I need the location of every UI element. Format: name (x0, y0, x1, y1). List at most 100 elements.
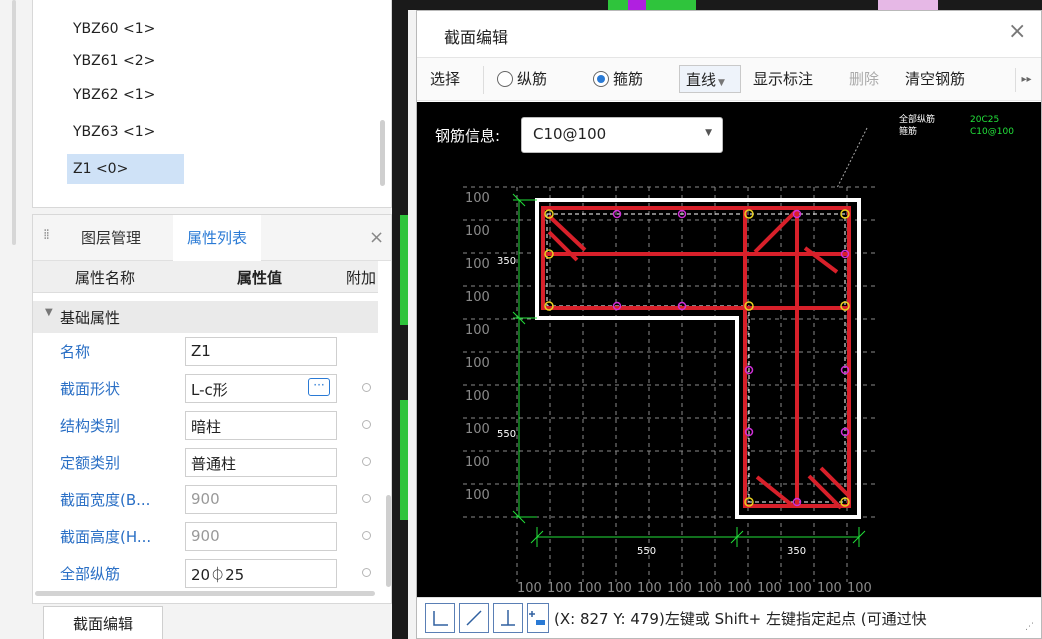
grid-label: 100 (465, 323, 490, 338)
grid-label: 100 (547, 581, 572, 596)
collapse-triangle-icon[interactable]: ▼ (45, 307, 53, 318)
section-edit-button[interactable]: 截面编辑 (43, 606, 163, 639)
component-item[interactable]: YBZ62 <1> (67, 80, 161, 110)
legend-value: C10@100 (970, 127, 1014, 137)
left-scrollbar[interactable] (12, 0, 16, 245)
show-labels-button[interactable]: 显示标注 (753, 68, 813, 89)
grid-label: 100 (817, 581, 842, 596)
attach-checkbox[interactable] (362, 494, 371, 503)
cover-line (546, 213, 846, 503)
property-row: 定额类别 普通柱 (33, 444, 378, 481)
panel-tab-bar: ⁞⁞ 图层管理 属性列表 × (33, 215, 391, 261)
rebar-info-label: 钢筋信息: (435, 127, 501, 145)
section-edit-dialog: 截面编辑 × 选择 纵筋 箍筋 直线 ▼ 显示标注 删除 清空钢筋 ▸▸ 100 1… (416, 10, 1042, 639)
grid-label: 100 (607, 581, 632, 596)
attach-checkbox[interactable] (362, 531, 371, 540)
radio-selected-icon (593, 71, 609, 87)
property-value-input[interactable]: 暗柱 (185, 411, 337, 440)
hook-line (547, 214, 587, 252)
dimension-label: 550 (497, 429, 516, 440)
rebar-info-value: C10@100 (533, 125, 607, 143)
legend-label: 箍筋 (899, 125, 917, 137)
property-value-input[interactable]: 900 (185, 522, 337, 551)
stirrup-radio[interactable]: 箍筋 (593, 68, 643, 89)
legend: 全部纵筋 20C25 箍筋 C10@100 (899, 113, 1014, 137)
perpendicular-icon[interactable] (493, 603, 523, 633)
background-canvas-top (408, 0, 1042, 10)
property-value-input[interactable]: 900 (185, 485, 337, 514)
tab-layer-management[interactable]: 图层管理 (67, 215, 155, 261)
property-name: 全部纵筋 (60, 565, 121, 583)
column-name-header: 属性名称 (75, 269, 136, 287)
legend-value: 20C25 (970, 115, 999, 125)
grid-label: 100 (465, 455, 490, 470)
horizontal-scrollbar[interactable] (35, 591, 375, 596)
component-item[interactable]: YBZ60 <1> (67, 14, 161, 44)
drag-grip-icon[interactable]: ⁞⁞ (43, 227, 50, 243)
resize-grip-icon[interactable]: ⋰ (1025, 622, 1034, 632)
stirrup-rect (541, 206, 851, 310)
dialog-toolbar: 选择 纵筋 箍筋 直线 ▼ 显示标注 删除 清空钢筋 ▸▸ (417, 57, 1041, 101)
property-panel: ⁞⁞ 图层管理 属性列表 × 属性名称 属性值 附加 ▼ 基础属性 名称 Z1 … (32, 214, 392, 604)
corner-snap-icon[interactable] (425, 603, 455, 633)
grid-label: 100 (465, 422, 490, 437)
grid-label: 100 (577, 581, 602, 596)
attach-checkbox[interactable] (362, 420, 371, 429)
property-row: 结构类别 暗柱 (33, 407, 378, 444)
select-button[interactable]: 选择 (430, 68, 460, 89)
property-row: 截面宽度(B... 900 (33, 481, 378, 518)
close-icon[interactable]: × (369, 227, 384, 248)
grid-label: 100 (517, 581, 542, 596)
section-canvas[interactable]: 100 100 100 100 100 100 100 100 100 100 100 100 100… (417, 102, 1041, 597)
tab-property-list[interactable]: 属性列表 (173, 215, 262, 261)
component-item[interactable]: YBZ63 <1> (67, 117, 161, 147)
close-icon[interactable]: × (1008, 19, 1026, 44)
chevron-down-icon: ▼ (705, 128, 712, 138)
grid-label: 100 (697, 581, 722, 596)
line-mode-dropdown[interactable]: 直线 ▼ (679, 65, 741, 93)
dialog-title: 截面编辑 (444, 28, 509, 47)
rebar-info-select[interactable]: C10@100 ▼ (521, 117, 723, 153)
grid-label: 100 (465, 224, 490, 239)
property-table-header: 属性名称 属性值 附加 (33, 261, 378, 293)
property-value-input[interactable]: 普通柱 (185, 448, 337, 477)
add-point-icon[interactable] (527, 603, 549, 633)
more-options-button[interactable]: ··· (308, 378, 330, 396)
property-value-input[interactable]: 20⏀25 (185, 559, 337, 588)
dimension-label: 350 (497, 256, 516, 267)
property-value-input[interactable]: Z1 (185, 337, 337, 366)
attach-checkbox[interactable] (362, 568, 371, 577)
group-title: 基础属性 (60, 309, 121, 327)
delete-button[interactable]: 删除 (849, 68, 879, 89)
component-list: YBZ60 <1> YBZ61 <2> YBZ62 <1> YBZ63 <1> … (32, 0, 392, 208)
chevron-down-icon: ▼ (718, 78, 725, 88)
grid-label: 100 (787, 581, 812, 596)
property-row: 截面高度(H... 900 (33, 518, 378, 555)
property-group[interactable]: ▼ 基础属性 (33, 301, 378, 333)
component-item[interactable]: YBZ61 <2> (67, 46, 161, 76)
background-canvas-sliver (392, 0, 408, 639)
property-name: 名称 (60, 343, 91, 361)
attach-checkbox[interactable] (362, 457, 371, 466)
property-name: 截面高度(H... (60, 528, 152, 546)
longitudinal-radio[interactable]: 纵筋 (497, 68, 547, 89)
attach-checkbox[interactable] (362, 383, 371, 392)
radio-icon (497, 71, 513, 87)
left-edge-strip (0, 0, 32, 639)
section-drawing: 100 100 100 100 100 100 100 100 100 100 100 100 100… (463, 113, 1014, 596)
radio-label: 箍筋 (613, 70, 644, 88)
toolbar-overflow-icon[interactable]: ▸▸ (1015, 68, 1037, 92)
component-item-selected[interactable]: Z1 <0> (67, 154, 184, 184)
dimension-label: 350 (787, 546, 806, 557)
property-row: 截面形状 L-c形 ··· (33, 370, 378, 407)
grid-label: 100 (727, 581, 752, 596)
grid-label: 100 (465, 389, 490, 404)
grid-label: 100 (637, 581, 662, 596)
property-name: 定额类别 (60, 454, 121, 472)
diagonal-line-icon[interactable] (459, 603, 489, 633)
clear-rebar-button[interactable]: 清空钢筋 (905, 68, 965, 89)
property-scrollbar[interactable] (386, 495, 391, 587)
list-scrollbar[interactable] (380, 120, 385, 186)
grid-label: 100 (847, 581, 872, 596)
property-row: 名称 Z1 (33, 333, 378, 370)
